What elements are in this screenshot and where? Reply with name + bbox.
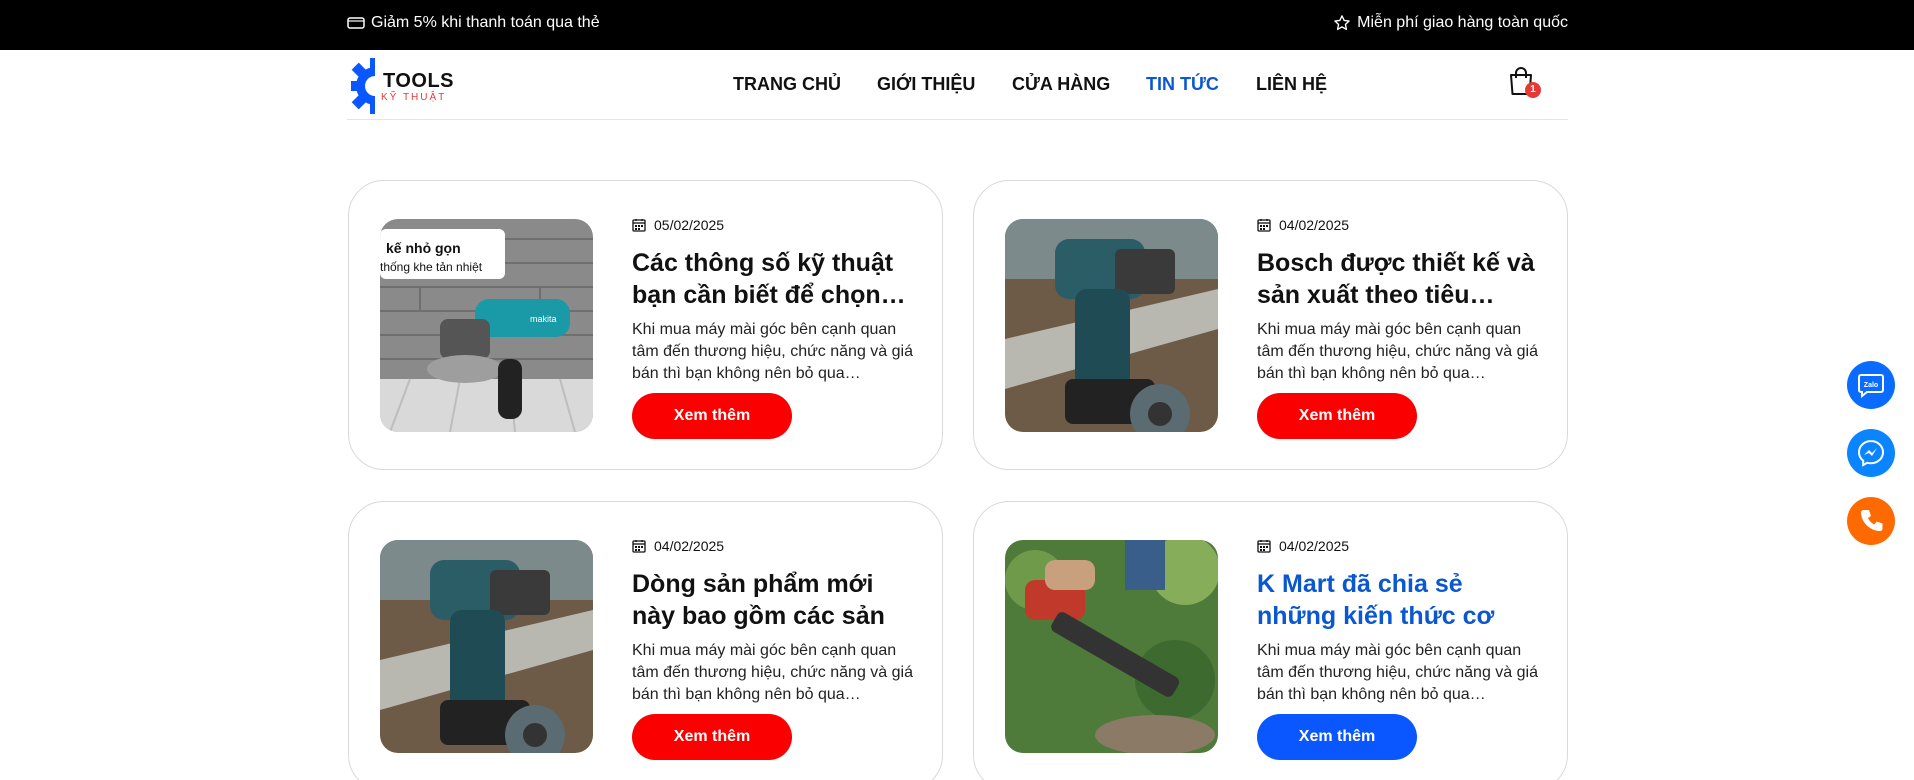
read-more-button[interactable]: Xem thêm	[632, 714, 792, 760]
logo-title: TOOLS	[383, 70, 455, 92]
post-date: 04/02/2025	[632, 536, 917, 556]
read-more-button[interactable]: Xem thêm	[1257, 714, 1417, 760]
post-title[interactable]: Dòng sản phẩm mới này bao gồm các sản ph…	[632, 568, 917, 632]
calendar-icon	[632, 219, 646, 232]
nav-news[interactable]: TIN TỨC	[1146, 74, 1219, 95]
calendar-icon	[632, 540, 646, 553]
star-icon	[1333, 14, 1351, 32]
read-more-button[interactable]: Xem thêm	[1257, 393, 1417, 439]
logo-subtitle: KỸ THUẬT	[381, 92, 447, 103]
post-meta: 04/02/2025 Dòng sản phẩm mới này bao gồm…	[632, 536, 917, 706]
nav-shop[interactable]: CỬA HÀNG	[1012, 74, 1110, 95]
post-date-text: 05/02/2025	[654, 217, 725, 233]
post-card: kế nhỏ gọn thống khe tản nhiệt makita 05…	[348, 180, 943, 470]
nav-contact[interactable]: LIÊN HỆ	[1256, 74, 1327, 95]
image-caption-1: kế nhỏ gọn	[386, 240, 461, 256]
cart-button[interactable]: 1	[1507, 66, 1541, 100]
promo-discount: Giảm 5% khi thanh toán qua thẻ	[347, 14, 600, 32]
messenger-icon	[1857, 439, 1885, 467]
phone-icon	[1861, 510, 1883, 531]
calendar-icon	[1257, 219, 1271, 232]
promo-topbar: Giảm 5% khi thanh toán qua thẻ Miễn phí …	[0, 0, 1914, 50]
promo-discount-text: Giảm 5% khi thanh toán qua thẻ	[371, 14, 600, 31]
post-excerpt: Khi mua máy mài góc bên cạnh quan tâm đế…	[1257, 321, 1538, 382]
post-date-text: 04/02/2025	[654, 538, 725, 554]
zalo-button[interactable]: Zalo	[1847, 361, 1895, 409]
post-excerpt: Khi mua máy mài góc bên cạnh quan tâm đế…	[1257, 642, 1538, 703]
post-meta: 04/02/2025 K Mart đã chia sẻ những kiến …	[1257, 536, 1542, 706]
image-brand: makita	[530, 314, 557, 324]
post-meta: 04/02/2025 Bosch được thiết kế và sản xu…	[1257, 215, 1542, 385]
messenger-button[interactable]	[1847, 429, 1895, 477]
post-date: 04/02/2025	[1257, 215, 1542, 235]
post-title[interactable]: K Mart đã chia sẻ những kiến thức cơ bả…	[1257, 568, 1542, 632]
calendar-icon	[1257, 540, 1271, 553]
site-logo[interactable]: TOOLS KỸ THUẬT	[351, 54, 461, 118]
post-excerpt: Khi mua máy mài góc bên cạnh quan tâm đế…	[632, 321, 913, 382]
post-excerpt: Khi mua máy mài góc bên cạnh quan tâm đế…	[632, 642, 913, 703]
post-date-text: 04/02/2025	[1279, 217, 1350, 233]
read-more-button[interactable]: Xem thêm	[632, 393, 792, 439]
post-title[interactable]: Các thông số kỹ thuật bạn cần biết để ch…	[632, 247, 917, 311]
post-card: 04/02/2025 Dòng sản phẩm mới này bao gồm…	[348, 501, 943, 780]
card-icon	[347, 16, 365, 30]
site-header: TOOLS KỸ THUẬT TRANG CHỦ GIỚI THIỆU CỬA …	[347, 50, 1568, 120]
zalo-icon: Zalo	[1858, 374, 1884, 398]
post-card: 04/02/2025 Bosch được thiết kế và sản xu…	[973, 180, 1568, 470]
cart-count-badge: 1	[1525, 82, 1541, 98]
post-thumbnail[interactable]	[380, 540, 593, 753]
post-thumbnail[interactable]: kế nhỏ gọn thống khe tản nhiệt makita	[380, 219, 593, 432]
post-title[interactable]: Bosch được thiết kế và sản xuất theo tiê…	[1257, 247, 1542, 311]
post-card: 04/02/2025 K Mart đã chia sẻ những kiến …	[973, 501, 1568, 780]
post-meta: 05/02/2025 Các thông số kỹ thuật bạn cần…	[632, 215, 917, 385]
nav-home[interactable]: TRANG CHỦ	[733, 74, 841, 95]
phone-button[interactable]	[1847, 497, 1895, 545]
post-thumbnail[interactable]	[1005, 540, 1218, 753]
promo-shipping-text: Miễn phí giao hàng toàn quốc	[1357, 14, 1568, 31]
image-caption-2: thống khe tản nhiệt	[380, 260, 483, 274]
post-thumbnail[interactable]	[1005, 219, 1218, 432]
main-nav: TRANG CHỦ GIỚI THIỆU CỬA HÀNG TIN TỨC LI…	[347, 50, 1568, 120]
zalo-label: Zalo	[1864, 382, 1878, 389]
post-date: 05/02/2025	[632, 215, 917, 235]
promo-shipping: Miễn phí giao hàng toàn quốc	[1333, 14, 1568, 32]
post-date: 04/02/2025	[1257, 536, 1542, 556]
nav-about[interactable]: GIỚI THIỆU	[877, 74, 975, 95]
post-date-text: 04/02/2025	[1279, 538, 1350, 554]
